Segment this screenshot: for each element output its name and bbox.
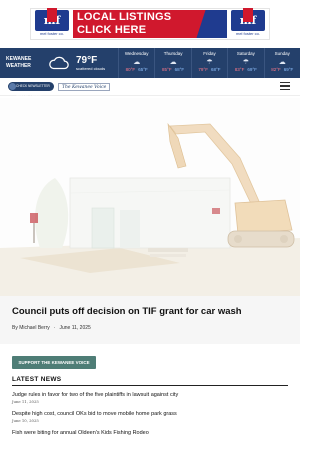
news-item-date: June 11, 2025 <box>12 399 39 404</box>
cloud-icon: ☁ <box>278 59 286 66</box>
newsletter-signup-badge[interactable]: CHECK NEWSLETTER SIGN UP TODAY! <box>8 82 54 97</box>
article-title-area <box>0 296 300 344</box>
forecast-day: Sunday ☁ 82°F 69°F <box>263 48 300 78</box>
list-item[interactable]: Judge rules in favor for two of the five… <box>12 392 300 405</box>
list-item[interactable]: Fish were biting for annual Oldeen's Kid… <box>12 430 300 437</box>
article-byline: By Michael Berry · June 11, 2025 <box>12 325 91 331</box>
list-item[interactable]: Despite high cost, council OKs bid to mo… <box>12 411 300 424</box>
mel-foster-logo: mf mel foster co. <box>35 8 69 38</box>
news-item-title[interactable]: Despite high cost, council OKs bid to mo… <box>12 411 300 418</box>
article-hero-image[interactable] <box>0 98 300 296</box>
forecast-day: Friday ☂ 79°F 68°F <box>190 48 227 78</box>
article-author[interactable]: By Michael Berry <box>12 325 50 331</box>
ad-line-1: LOCAL LISTINGS <box>77 11 172 23</box>
news-item-title[interactable]: Judge rules in favor for two of the five… <box>12 392 300 399</box>
cloud-icon: ☁ <box>169 59 177 66</box>
weather-location: KEWANEE WEATHER <box>6 56 32 69</box>
current-weather: 79°F scattered clouds <box>48 48 118 78</box>
current-temp: 79°F <box>76 54 98 66</box>
article-date: June 11, 2025 <box>59 325 91 331</box>
forecast-day: Thursday ☁ 85°F 68°F <box>154 48 190 78</box>
mel-foster-logo-right: mf mel foster co. <box>231 8 265 38</box>
ad-line-2: CLICK HERE <box>77 24 147 36</box>
latest-news-section: LATEST NEWS Judge rules in favor for two… <box>0 376 300 437</box>
cloud-icon <box>49 56 69 70</box>
rain-icon: ☂ <box>206 59 213 66</box>
ad-headline-panel[interactable]: LOCAL LISTINGS CLICK HERE <box>73 10 227 38</box>
real-estate-ad-banner[interactable]: mf mel foster co. LOCAL LISTINGS CLICK H… <box>30 8 270 40</box>
latest-news-heading: LATEST NEWS <box>12 376 62 383</box>
section-divider <box>12 385 288 386</box>
site-header: CHECK NEWSLETTER SIGN UP TODAY! The Kewa… <box>0 78 300 97</box>
support-button[interactable]: SUPPORT THE KEWANEE VOICE <box>12 356 96 369</box>
forecast-day: Wednesday ☁ 80°F 65°F <box>118 48 154 78</box>
site-logo[interactable]: The Kewanee Voice <box>58 82 111 91</box>
cloud-icon: ☁ <box>133 59 141 66</box>
news-item-date: June 10, 2025 <box>12 418 39 423</box>
news-item-title[interactable]: Fish were biting for annual Oldeen's Kid… <box>12 430 300 437</box>
hamburger-menu-icon[interactable] <box>280 82 290 90</box>
weather-bar[interactable]: KEWANEE WEATHER 79°F scattered clouds We… <box>0 48 300 78</box>
forecast-day: Saturday ☂ 83°F 69°F <box>227 48 263 78</box>
rain-icon: ☂ <box>242 59 249 66</box>
current-condition: scattered clouds <box>76 65 106 71</box>
article-headline[interactable]: Council puts off decision on TIF grant f… <box>12 306 242 317</box>
